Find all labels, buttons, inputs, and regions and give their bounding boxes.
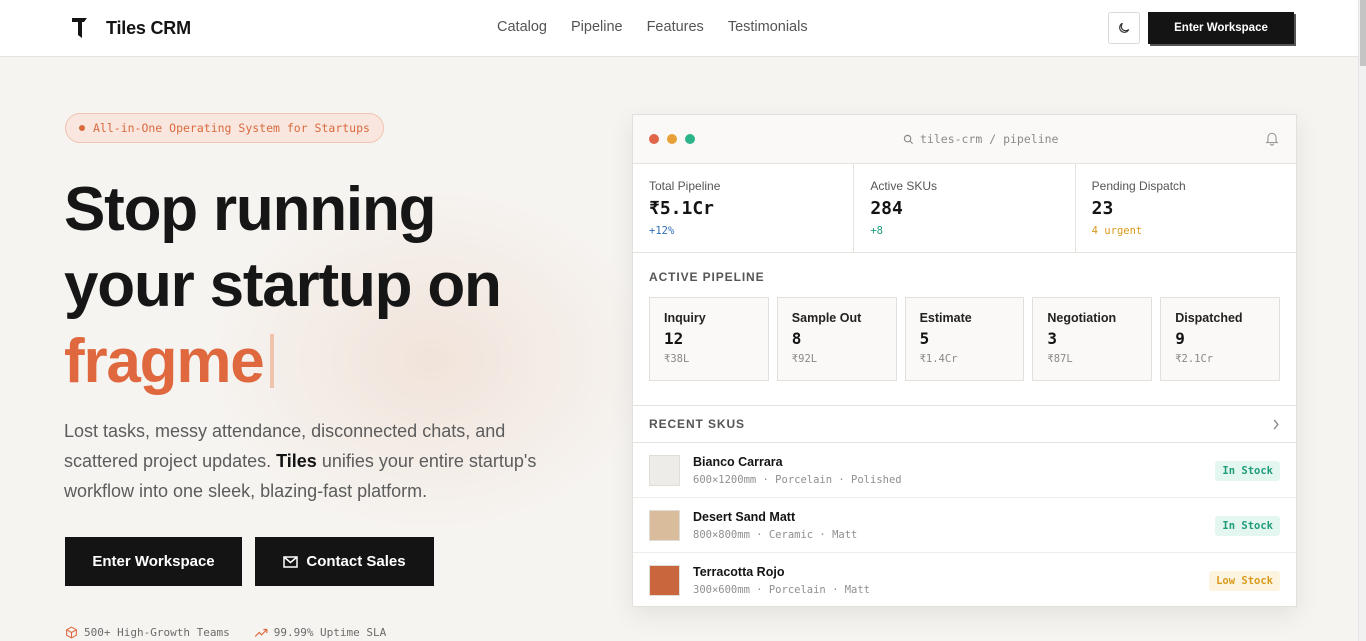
- typing-cursor: [269, 334, 274, 388]
- dashboard-search[interactable]: tiles-crm / pipeline: [903, 132, 1058, 146]
- dashboard-search-text: tiles-crm / pipeline: [920, 132, 1059, 146]
- metric-label: Total Pipeline: [649, 179, 721, 193]
- nav-link-features[interactable]: Features: [647, 19, 704, 35]
- trend-up-icon: [254, 628, 268, 637]
- brand[interactable]: Tiles CRM: [70, 16, 191, 40]
- stat-uptime-label: 99.99% Uptime SLA: [273, 626, 387, 639]
- moon-icon: [1119, 22, 1130, 33]
- nav-enter-workspace-button[interactable]: Enter Workspace: [1148, 12, 1294, 44]
- metric-label: Pending Dispatch: [1091, 179, 1186, 193]
- headline-accent: fragme: [64, 327, 265, 396]
- stock-status-badge: In Stock: [1215, 516, 1280, 536]
- stock-status-badge: Low Stock: [1209, 571, 1280, 591]
- hero-stats: 500+ High-Growth Teams 99.99% Uptime SLA: [65, 626, 386, 639]
- stage-sample-out[interactable]: Sample Out 8 ₹92L: [776, 297, 897, 381]
- nav-link-catalog[interactable]: Catalog: [497, 19, 547, 35]
- stage-name: Negotiation: [1047, 311, 1117, 325]
- sku-row[interactable]: Terracotta Rojo 300×600mm · Porcelain · …: [633, 553, 1296, 608]
- top-nav: Tiles CRM Catalog Pipeline Features Test…: [0, 0, 1358, 57]
- tiles-logo-icon: [72, 18, 87, 38]
- light-green-icon: [685, 134, 695, 144]
- stage-count: 5: [919, 329, 930, 348]
- contact-sales-button[interactable]: Contact Sales: [255, 537, 434, 586]
- metric-value: ₹5.1Cr: [649, 198, 715, 219]
- bell-icon[interactable]: [1265, 131, 1279, 146]
- recent-skus-title: Recent SKUs: [649, 417, 745, 431]
- hero-badge: All-in-One Operating System for Startups: [65, 113, 384, 143]
- sku-spec: 600×1200mm · Porcelain · Polished: [693, 473, 902, 486]
- dashboard-titlebar: tiles-crm / pipeline: [633, 115, 1296, 164]
- nav-link-pipeline[interactable]: Pipeline: [571, 19, 623, 35]
- stage-name: Inquiry: [664, 311, 706, 325]
- stage-value: ₹87L: [1047, 353, 1073, 365]
- window-lights: [649, 134, 695, 144]
- hero-headline: Stop running your startup on fragme: [64, 172, 502, 400]
- metric-value: 23: [1091, 198, 1114, 219]
- dashboard-preview: tiles-crm / pipeline Total Pipeline ₹5.1…: [632, 114, 1297, 607]
- tile-swatch: [649, 565, 680, 596]
- nav-link-testimonials[interactable]: Testimonials: [728, 19, 808, 35]
- cube-icon: [66, 626, 77, 639]
- stage-name: Estimate: [919, 311, 972, 325]
- pipeline-stages: Inquiry 12 ₹38L Sample Out 8 ₹92L Estima…: [649, 297, 1280, 381]
- stage-count: 3: [1047, 329, 1058, 348]
- search-icon: [903, 134, 914, 144]
- metric-active-skus: Active SKUs 284 +8: [854, 164, 1076, 252]
- badge-text: All-in-One Operating System for Startups: [93, 121, 370, 135]
- brand-name: Tiles CRM: [106, 17, 191, 38]
- lead-brand: Tiles: [276, 451, 317, 471]
- stage-value: ₹1.4Cr: [919, 353, 958, 365]
- page-scrollbar[interactable]: [1358, 0, 1366, 641]
- sku-row[interactable]: Bianco Carrara 600×1200mm · Porcelain · …: [633, 443, 1296, 498]
- metric-delta: +12%: [649, 225, 675, 237]
- theme-toggle-button[interactable]: [1108, 12, 1140, 44]
- metric-value: 284: [870, 198, 903, 219]
- stage-count: 9: [1175, 329, 1185, 348]
- metric-delta: 4 urgent: [1091, 225, 1143, 237]
- tile-swatch: [649, 454, 680, 486]
- sku-spec: 300×600mm · Porcelain · Matt: [693, 584, 871, 596]
- pipeline-title: Active Pipeline: [649, 270, 765, 284]
- contact-sales-label: Contact Sales: [306, 553, 406, 570]
- light-red-icon: [649, 134, 659, 144]
- headline-line-1: Stop running: [64, 175, 436, 244]
- stat-teams-label: 500+ High-Growth Teams: [84, 626, 230, 639]
- metric-label: Active SKUs: [870, 179, 938, 193]
- stage-count: 8: [791, 329, 802, 348]
- hero-lead: Lost tasks, messy attendance, disconnect…: [64, 416, 554, 506]
- metric-pending-dispatch: Pending Dispatch 23 4 urgent: [1076, 164, 1296, 252]
- stock-status-badge: In Stock: [1215, 461, 1280, 481]
- recent-skus-header[interactable]: Recent SKUs: [633, 406, 1296, 443]
- badge-dot-icon: [79, 125, 85, 131]
- stage-name: Dispatched: [1175, 311, 1243, 325]
- stage-value: ₹2.1Cr: [1175, 353, 1214, 365]
- sku-name: Desert Sand Matt: [693, 509, 796, 524]
- stage-estimate[interactable]: Estimate 5 ₹1.4Cr: [904, 297, 1025, 381]
- stage-value: ₹92L: [791, 353, 818, 365]
- stat-uptime: 99.99% Uptime SLA: [254, 626, 387, 639]
- active-pipeline-section: Active Pipeline Inquiry 12 ₹38L Sample O…: [633, 253, 1296, 406]
- scrollbar-thumb[interactable]: [1360, 0, 1366, 66]
- metric-total-pipeline: Total Pipeline ₹5.1Cr +12%: [633, 164, 855, 252]
- light-amber-icon: [667, 134, 677, 144]
- mail-icon: [283, 555, 299, 568]
- stat-teams: 500+ High-Growth Teams: [65, 626, 230, 639]
- sku-row[interactable]: Desert Sand Matt 800×800mm · Ceramic · M…: [633, 498, 1296, 553]
- sku-name: Terracotta Rojo: [693, 565, 785, 579]
- metrics-row: Total Pipeline ₹5.1Cr +12% Active SKUs 2…: [633, 164, 1296, 253]
- tile-swatch: [649, 509, 680, 541]
- stage-value: ₹38L: [664, 353, 690, 365]
- stage-dispatched[interactable]: Dispatched 9 ₹2.1Cr: [1160, 297, 1280, 381]
- stage-name: Sample Out: [791, 311, 862, 325]
- stage-inquiry[interactable]: Inquiry 12 ₹38L: [649, 297, 769, 381]
- stage-count: 12: [664, 329, 684, 348]
- chevron-right-icon[interactable]: [1272, 418, 1280, 430]
- enter-workspace-button[interactable]: Enter Workspace: [65, 537, 242, 586]
- stage-negotiation[interactable]: Negotiation 3 ₹87L: [1032, 297, 1153, 381]
- nav-links: Catalog Pipeline Features Testimonials: [497, 19, 808, 35]
- sku-name: Bianco Carrara: [693, 454, 783, 469]
- headline-line-2: your startup on: [64, 251, 502, 320]
- sku-spec: 800×800mm · Ceramic · Matt: [693, 528, 858, 541]
- metric-delta: +8: [870, 225, 883, 237]
